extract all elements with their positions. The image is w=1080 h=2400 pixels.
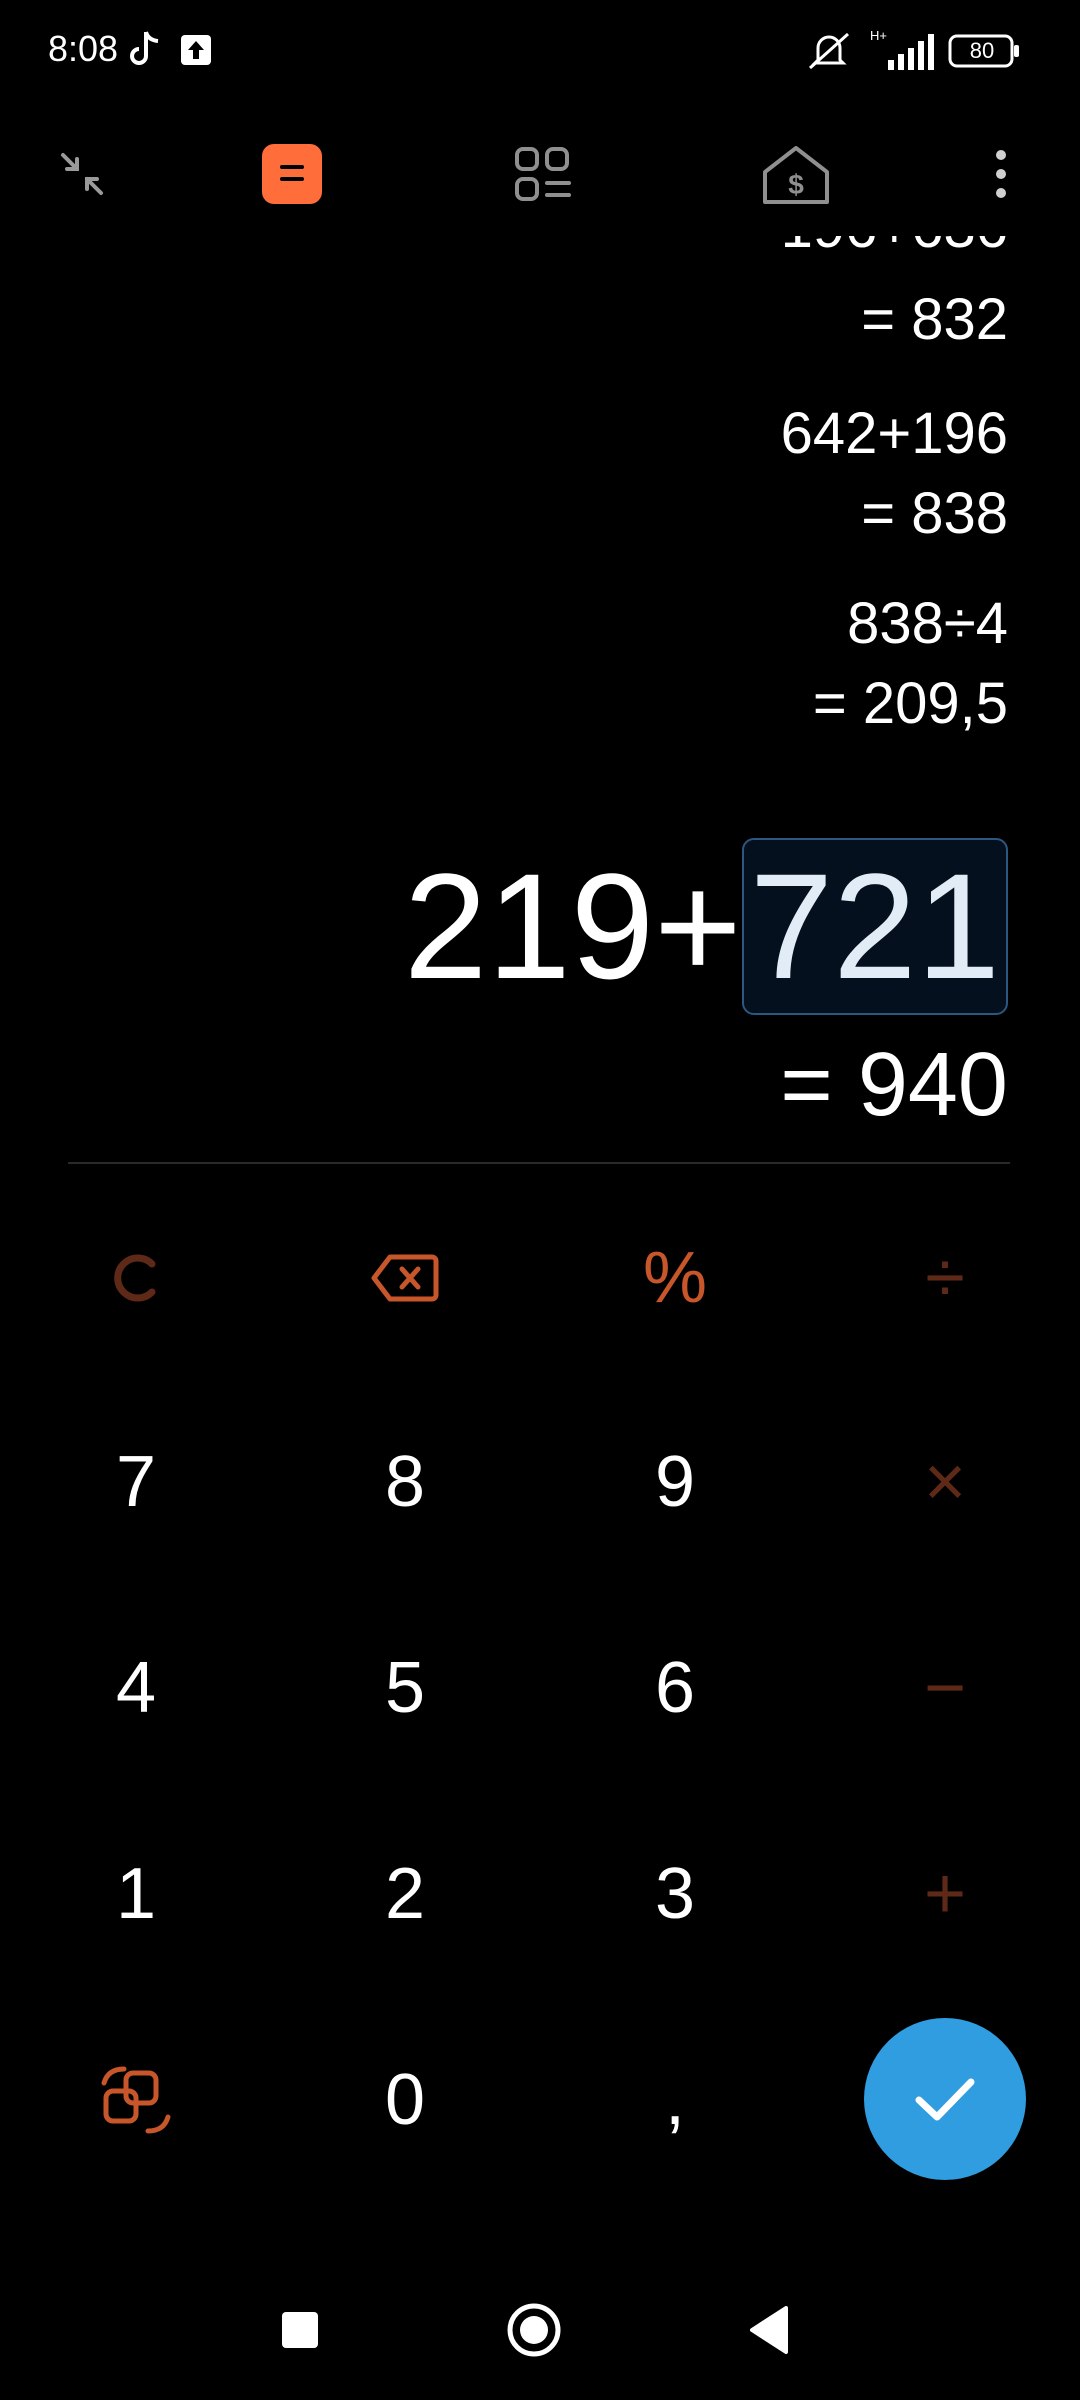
digit-7-button[interactable]: 7	[36, 1402, 236, 1562]
expression-selection[interactable]: 721	[741, 838, 1008, 1015]
digit-6-button[interactable]: 6	[575, 1608, 775, 1768]
nav-home-button[interactable]	[506, 2302, 562, 2358]
minus-button[interactable]: −	[845, 1608, 1045, 1768]
divide-button[interactable]: ÷	[845, 1198, 1045, 1358]
confirm-button[interactable]	[864, 2018, 1026, 2180]
backspace-button[interactable]	[305, 1198, 505, 1358]
digit-9-button[interactable]: 9	[575, 1402, 775, 1562]
network-type-label: H+	[870, 28, 887, 43]
tiktok-icon	[130, 31, 159, 65]
expression-text: 219+	[403, 842, 742, 1010]
history-expression: 196+636	[781, 236, 1008, 261]
svg-text:$: $	[788, 169, 804, 200]
converter-icon	[515, 147, 571, 201]
calculator-icon	[280, 165, 304, 181]
mode-switch-icon	[101, 2066, 171, 2134]
digit-1-button[interactable]: 1	[36, 1814, 236, 1974]
converter-tab[interactable]	[510, 142, 576, 208]
nav-back-button[interactable]	[748, 2304, 790, 2356]
expression-display[interactable]: 219+ 721	[404, 838, 1008, 1015]
history-result[interactable]: = 832	[861, 286, 1008, 353]
collapse-button[interactable]	[50, 142, 114, 206]
signal-icon: H+	[870, 28, 934, 70]
mute-icon	[808, 32, 850, 70]
backspace-icon	[371, 1254, 439, 1302]
mode-switch-button[interactable]	[36, 2020, 236, 2180]
history-expression[interactable]: 642+196	[781, 400, 1008, 467]
digit-2-button[interactable]: 2	[305, 1814, 505, 1974]
history-expression[interactable]: 838÷4	[847, 590, 1008, 657]
collapse-icon	[61, 153, 103, 195]
nav-recent-apps-button[interactable]	[282, 2312, 318, 2348]
result-display: = 940	[780, 1035, 1008, 1135]
history-result[interactable]: = 209,5	[813, 670, 1008, 737]
digit-3-button[interactable]: 3	[575, 1814, 775, 1974]
history-result[interactable]: = 838	[861, 480, 1008, 547]
digit-4-button[interactable]: 4	[36, 1608, 236, 1768]
history-item-partial[interactable]: 196+636	[708, 236, 1008, 276]
calculator-tab[interactable]	[262, 144, 322, 204]
checkmark-icon	[915, 2078, 975, 2121]
multiply-button[interactable]: ×	[845, 1402, 1045, 1562]
currency-icon: $	[763, 146, 829, 204]
percent-button[interactable]: %	[575, 1198, 775, 1358]
more-icon	[996, 150, 1006, 198]
divider	[68, 1162, 1010, 1164]
digit-8-button[interactable]: 8	[305, 1402, 505, 1562]
upload-icon	[181, 35, 211, 65]
digit-5-button[interactable]: 5	[305, 1608, 505, 1768]
currency-tab[interactable]: $	[756, 140, 836, 210]
clear-button[interactable]	[36, 1198, 236, 1358]
clear-icon	[114, 1254, 156, 1302]
status-time: 8:08	[48, 28, 119, 69]
plus-button[interactable]: +	[845, 1814, 1045, 1974]
battery-level: 80	[969, 38, 995, 63]
digit-0-button[interactable]: 0	[305, 2020, 505, 2180]
decimal-comma-button[interactable]: ,	[575, 2020, 775, 2180]
more-options-button[interactable]	[986, 144, 1016, 204]
